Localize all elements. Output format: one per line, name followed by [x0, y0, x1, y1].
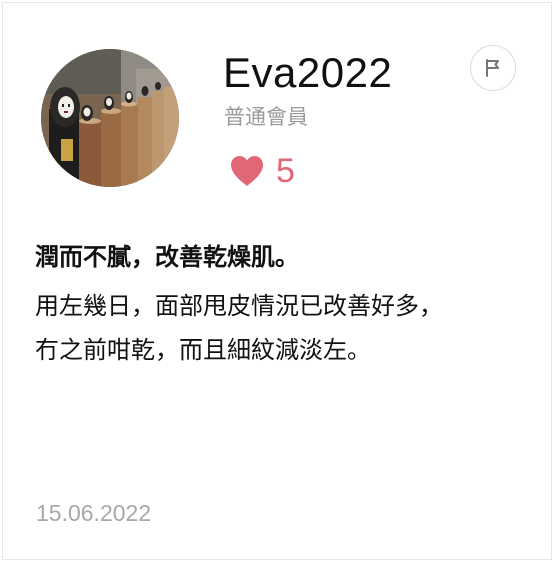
review-body-line: 冇之前咁乾，而且細紋減淡左。	[35, 336, 371, 364]
report-button[interactable]	[470, 45, 516, 91]
avatar-image	[41, 49, 179, 187]
review-date: 15.06.2022	[36, 500, 152, 526]
heart-icon	[231, 156, 263, 186]
review-body: 用左幾日，面部甩皮情況已改善好多， 冇之前咁乾，而且細紋減淡左。	[35, 284, 535, 372]
review-body-line: 用左幾日，面部甩皮情況已改善好多，	[35, 292, 443, 320]
review-card: Eva2022 普通會員 5 潤而不膩，改善乾燥肌。 用左幾日，面部甩皮情況已改…	[2, 2, 552, 560]
member-level-badge: 普通會員	[224, 105, 308, 129]
like-count: 5	[276, 152, 295, 190]
avatar	[41, 49, 179, 187]
review-title: 潤而不膩，改善乾燥肌。	[35, 243, 299, 271]
flag-icon	[486, 59, 499, 77]
username: Eva2022	[223, 49, 393, 96]
like-counter[interactable]: 5	[229, 151, 295, 191]
